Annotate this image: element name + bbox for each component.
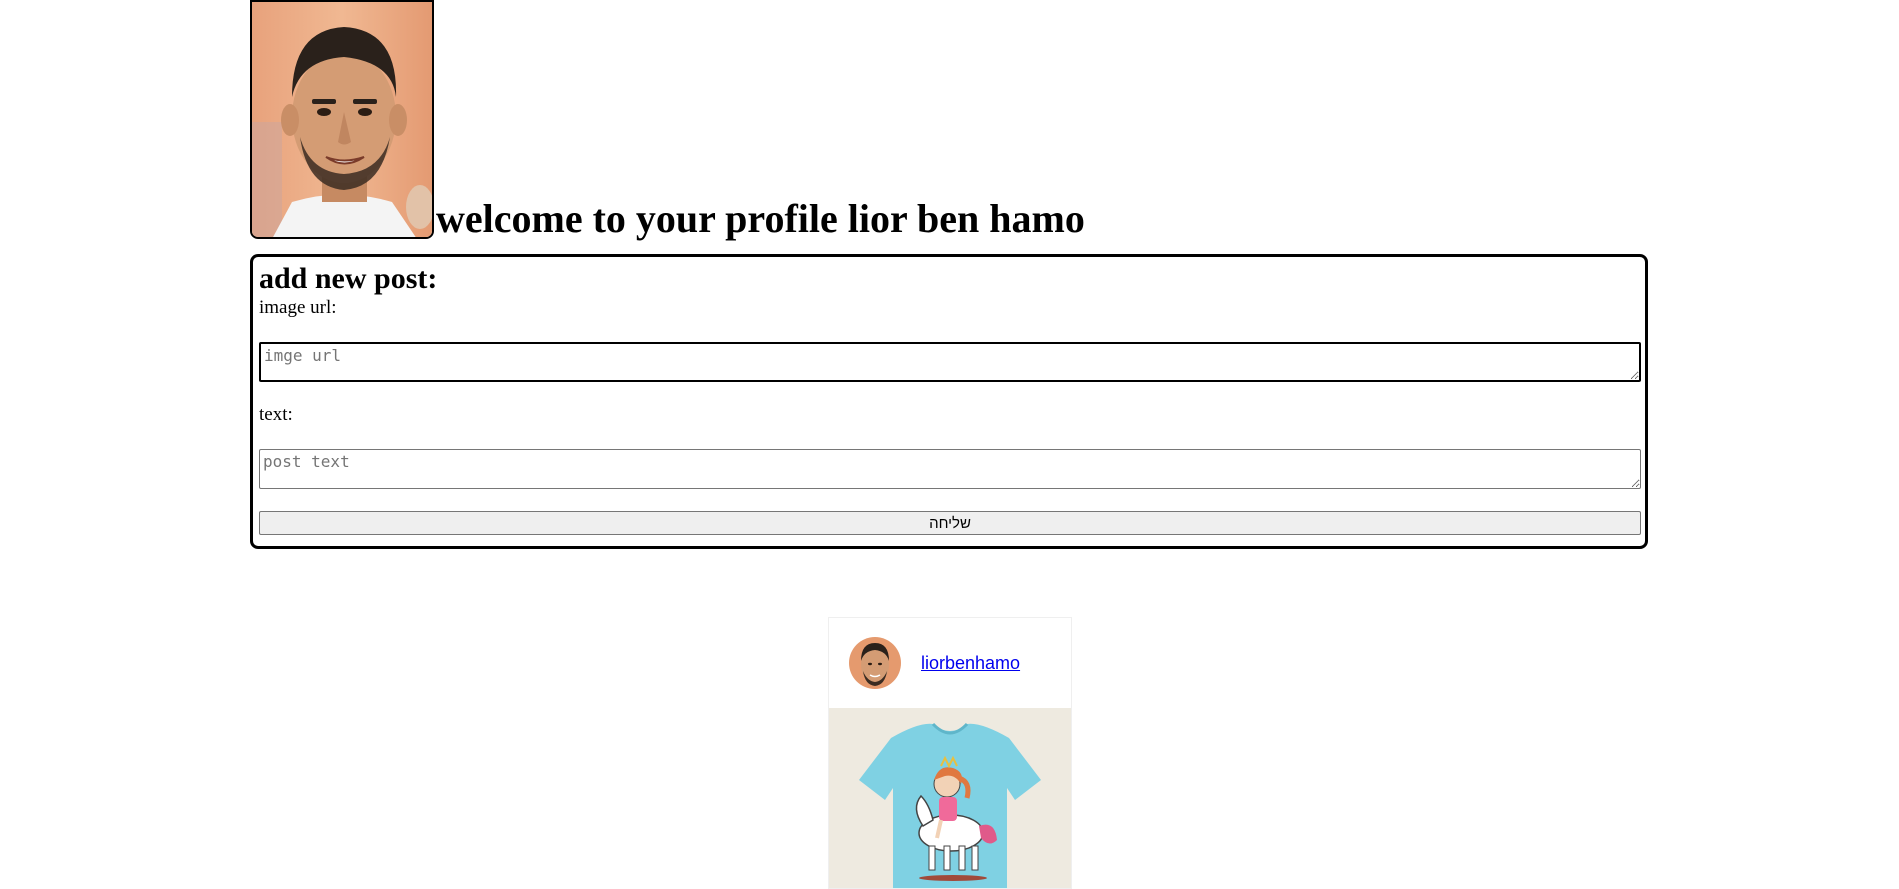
add-post-form: add new post: image url: text: שליחה xyxy=(250,254,1648,549)
image-url-label: image url: xyxy=(259,297,337,318)
avatar xyxy=(849,637,901,689)
image-url-input[interactable] xyxy=(259,342,1641,382)
submit-button[interactable]: שליחה xyxy=(259,511,1641,535)
form-title: add new post: xyxy=(259,262,438,295)
page-title: welcome to your profile lior ben hamo xyxy=(436,196,1085,241)
profile-photo xyxy=(250,0,434,239)
profile-header: welcome to your profile lior ben hamo xyxy=(250,0,1085,241)
post-card: liorbenhamo xyxy=(828,617,1072,889)
page: welcome to your profile lior ben hamo ad… xyxy=(0,0,1899,889)
post-image xyxy=(829,708,1071,888)
post-text-label: text: xyxy=(259,404,293,425)
post-username-link[interactable]: liorbenhamo xyxy=(921,653,1020,674)
post-text-input[interactable] xyxy=(259,449,1641,489)
post-header: liorbenhamo xyxy=(829,618,1071,708)
